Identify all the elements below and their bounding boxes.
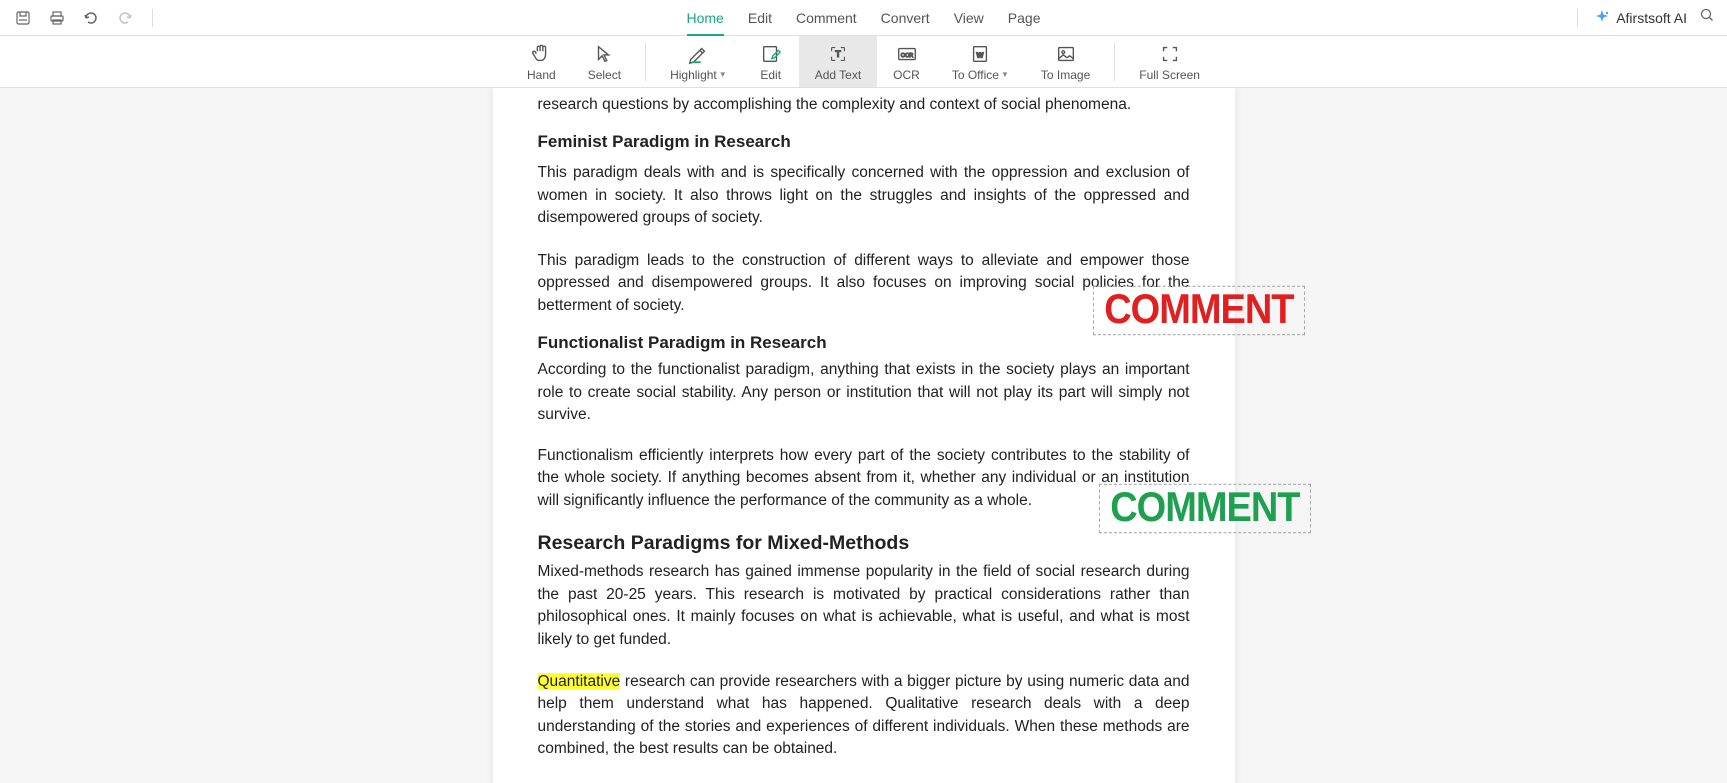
top-toolbar-right: Afirstsoft AI: [1573, 7, 1715, 28]
fullscreen-icon: [1158, 42, 1182, 66]
tab-home[interactable]: Home: [687, 2, 724, 34]
document-area[interactable]: research questions by accomplishing the …: [0, 88, 1727, 783]
highlighted-text: Quantitative: [538, 673, 621, 690]
comment-stamp-green[interactable]: COMMENT: [1099, 484, 1310, 534]
to-office-tool[interactable]: W To Office ▼: [936, 36, 1025, 87]
undo-icon[interactable]: [80, 7, 102, 29]
edit-icon: [759, 42, 783, 66]
paragraph-text: research can provide researchers with a …: [538, 673, 1190, 757]
image-icon: [1054, 42, 1078, 66]
ai-button[interactable]: Afirstsoft AI: [1594, 10, 1687, 26]
paragraph: According to the functionalist paradigm,…: [538, 357, 1190, 432]
highlight-label: Highlight ▼: [670, 68, 727, 82]
highlight-tool[interactable]: Highlight ▼: [654, 36, 743, 87]
search-icon[interactable]: [1699, 7, 1715, 28]
heading-mixed-methods: Research Paradigms for Mixed-Methods: [538, 518, 1190, 559]
divider: [645, 43, 646, 81]
redo-icon[interactable]: [114, 7, 136, 29]
hand-icon: [529, 42, 553, 66]
save-icon[interactable]: [12, 7, 34, 29]
hand-tool[interactable]: Hand: [511, 36, 572, 87]
document-page: research questions by accomplishing the …: [493, 88, 1235, 783]
select-tool[interactable]: Select: [572, 36, 637, 87]
tab-convert[interactable]: Convert: [881, 2, 930, 34]
tab-comment[interactable]: Comment: [796, 2, 857, 34]
paragraph: This paradigm leads to the construction …: [538, 244, 1190, 323]
paragraph: research questions by accomplishing the …: [538, 88, 1190, 122]
full-screen-tool[interactable]: Full Screen: [1123, 36, 1216, 87]
add-text-icon: T: [826, 42, 850, 66]
chevron-down-icon: ▼: [1001, 70, 1009, 79]
svg-text:W: W: [977, 50, 984, 59]
ocr-label: OCR: [893, 68, 920, 82]
ocr-icon: OCR: [895, 42, 919, 66]
to-image-label: To Image: [1041, 68, 1090, 82]
svg-text:T: T: [835, 48, 841, 58]
divider: [152, 9, 153, 27]
tab-edit[interactable]: Edit: [748, 2, 772, 34]
office-icon: W: [968, 42, 992, 66]
top-toolbar-left: [12, 7, 157, 29]
edit-tool[interactable]: Edit: [743, 36, 799, 87]
divider: [1577, 9, 1578, 27]
top-toolbar: Home Edit Comment Convert View Page Afir…: [0, 0, 1727, 36]
full-screen-label: Full Screen: [1139, 68, 1200, 82]
to-office-label: To Office ▼: [952, 68, 1009, 82]
ocr-tool[interactable]: OCR OCR: [877, 36, 936, 87]
divider: [1114, 43, 1115, 81]
add-text-label: Add Text: [815, 68, 861, 82]
highlight-icon: [686, 42, 710, 66]
select-label: Select: [588, 68, 621, 82]
hand-label: Hand: [527, 68, 556, 82]
paragraph: This paradigm deals with and is specific…: [538, 156, 1190, 235]
sparkle-icon: [1594, 10, 1610, 26]
to-image-tool[interactable]: To Image: [1025, 36, 1106, 87]
comment-stamp-red[interactable]: COMMENT: [1093, 286, 1304, 336]
print-icon[interactable]: [46, 7, 68, 29]
paragraph: Mixed-methods research has gained immens…: [538, 559, 1190, 657]
paragraph: Functionalism efficiently interprets how…: [538, 439, 1190, 518]
tab-page[interactable]: Page: [1008, 2, 1041, 34]
edit-label: Edit: [760, 68, 781, 82]
heading-functionalist: Functionalist Paradigm in Research: [538, 323, 1190, 357]
menu-tabs: Home Edit Comment Convert View Page: [687, 2, 1041, 34]
chevron-down-icon: ▼: [719, 70, 727, 79]
cursor-icon: [592, 42, 616, 66]
svg-text:OCR: OCR: [900, 52, 912, 58]
ai-label: Afirstsoft AI: [1616, 10, 1687, 26]
paragraph: Quantitative research can provide resear…: [538, 665, 1190, 767]
tab-view[interactable]: View: [954, 2, 984, 34]
add-text-tool[interactable]: T Add Text: [799, 36, 877, 87]
ribbon-toolbar: Hand Select Highlight ▼ Edit T Add Text …: [0, 36, 1727, 88]
heading-feminist: Feminist Paradigm in Research: [538, 122, 1190, 156]
